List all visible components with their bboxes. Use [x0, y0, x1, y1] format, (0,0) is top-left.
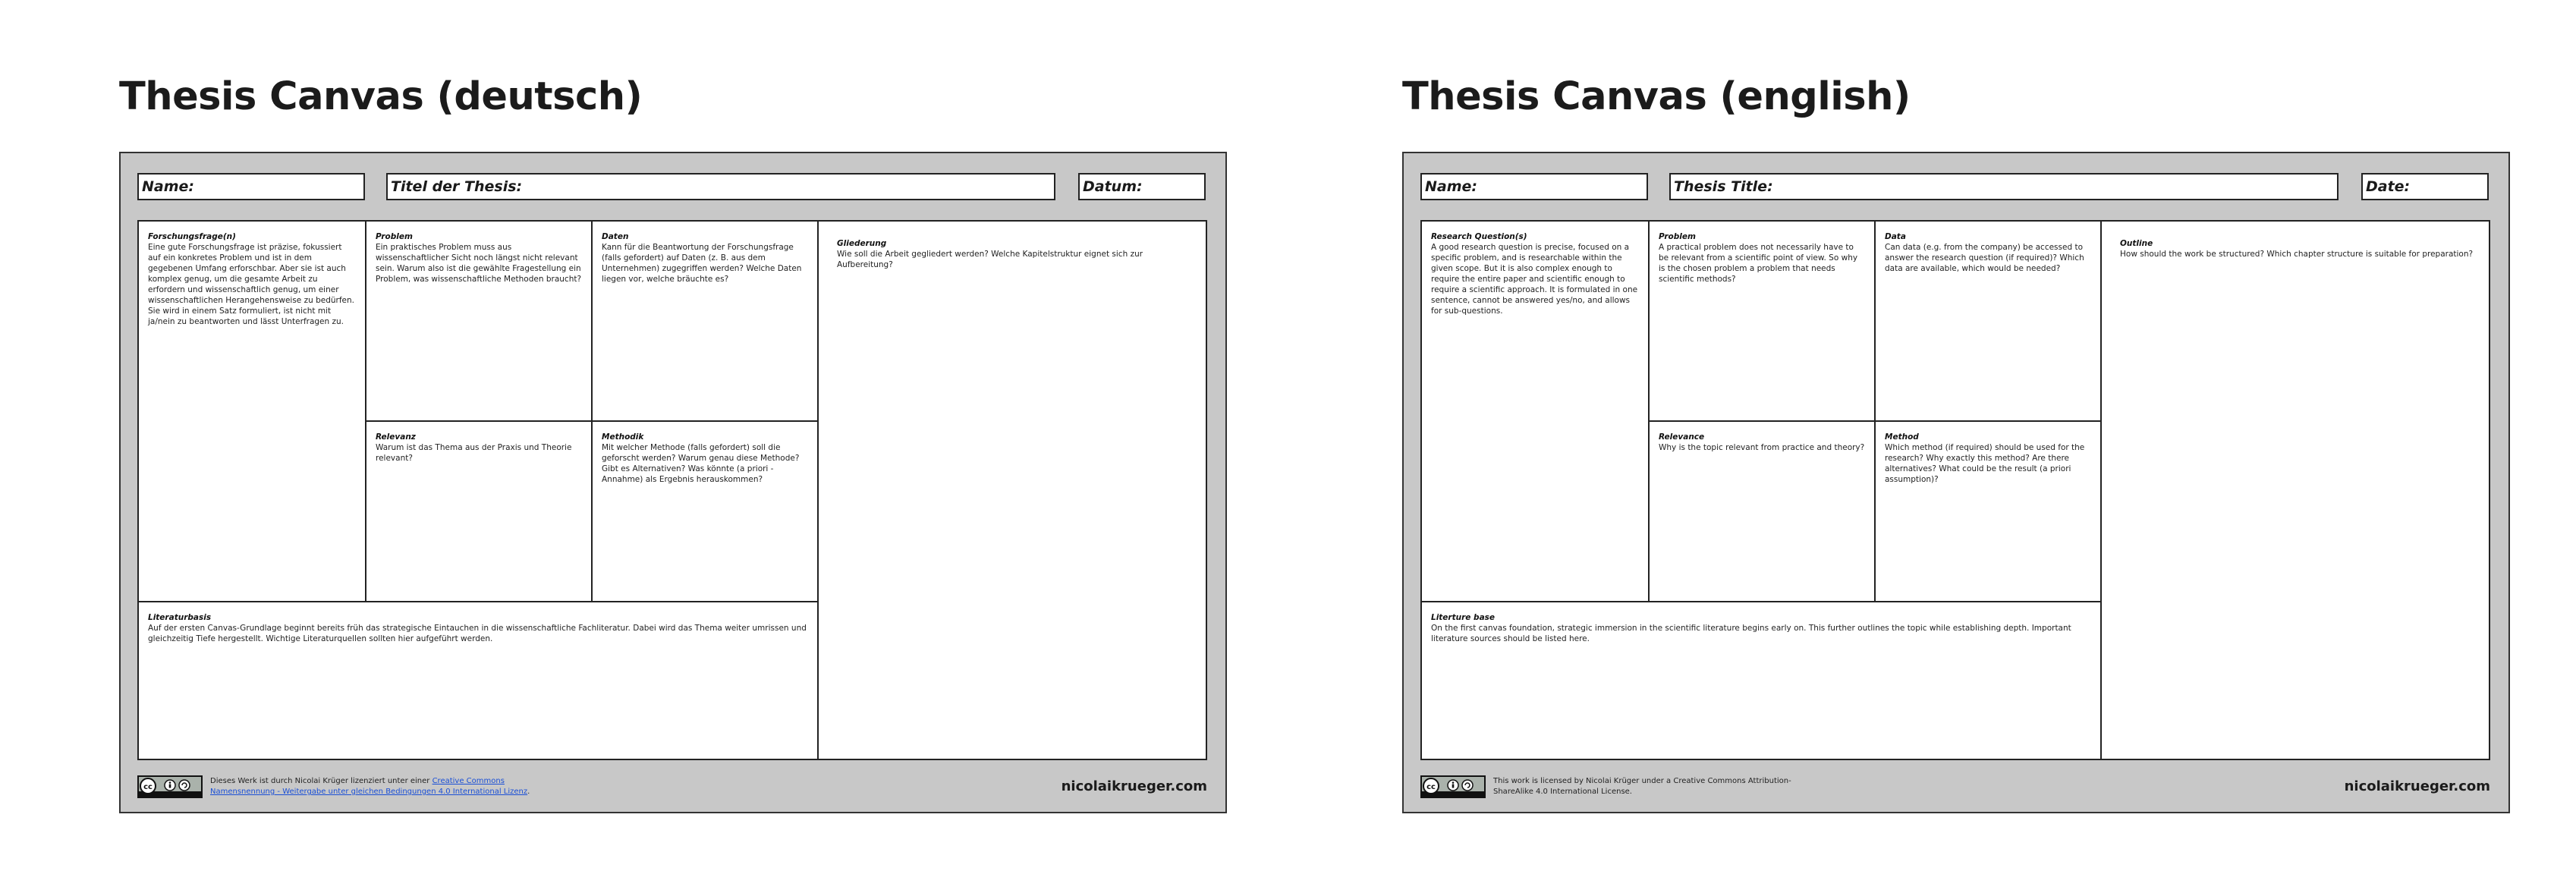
- website-label: nicolaikrueger.com: [1061, 778, 1207, 794]
- svg-text:cc: cc: [1426, 783, 1436, 791]
- canvas-footer: cc Dieses Werk ist durch Nicolai Krüger …: [137, 774, 1207, 803]
- problem-cell: Problem Ein praktisches Problem muss aus…: [365, 222, 591, 420]
- cell-description: Kann für die Beantwortung der Forschungs…: [602, 243, 802, 284]
- thesis-title-field: Titel der Thesis:: [386, 173, 1055, 200]
- data-cell: Daten Kann für die Beantwortung der Fors…: [591, 222, 817, 420]
- canvas-grid: Forschungsfrage(n) Eine gute Forschungsf…: [137, 220, 1207, 760]
- problem-cell: Problem A practical problem does not nec…: [1648, 222, 1874, 420]
- license-suffix: .: [527, 788, 530, 796]
- relevance-cell: Relevance Why is the topic relevant from…: [1648, 420, 1874, 601]
- cell-description: Wie soll die Arbeit gegliedert werden? W…: [837, 250, 1143, 269]
- cell-description: Ein praktisches Problem muss aus wissens…: [376, 243, 582, 284]
- literature-cell: Literaturbasis Auf der ersten Canvas-Gru…: [139, 601, 817, 759]
- canvas-panel-german: Thesis Canvas (deutsch) Name: Titel der …: [119, 0, 1227, 893]
- cell-description: Auf der ersten Canvas-Grundlage beginnt …: [148, 624, 807, 643]
- page-title: Thesis Canvas (deutsch): [119, 74, 643, 119]
- method-cell: Methodik Mit welcher Methode (falls gefo…: [591, 420, 817, 601]
- cell-description: A practical problem does not necessarily…: [1659, 243, 1858, 284]
- page-title: Thesis Canvas (english): [1402, 74, 1911, 119]
- literature-cell: Literture base On the first canvas found…: [1422, 601, 2100, 759]
- license-text: This work is licensed by Nicolai Krüger …: [1493, 777, 1791, 796]
- license-text: Dieses Werk ist durch Nicolai Krüger liz…: [210, 776, 536, 797]
- outline-cell: Gliederung Wie soll die Arbeit geglieder…: [817, 222, 1206, 759]
- data-cell: Data Can data (e.g. from the company) be…: [1874, 222, 2100, 420]
- cell-heading: Problem: [1659, 232, 1696, 241]
- cell-description: On the first canvas foundation, strategi…: [1431, 624, 2071, 643]
- cell-description: A good research question is precise, foc…: [1431, 243, 1638, 316]
- license-link[interactable]: Namensnennung - Weitergabe unter gleiche…: [210, 788, 527, 796]
- research-question-cell: Research Question(s) A good research que…: [1422, 222, 1648, 601]
- cell-heading: Problem: [376, 232, 413, 241]
- name-field: Name:: [1420, 173, 1648, 200]
- cell-description: Warum ist das Thema aus der Praxis und T…: [376, 443, 572, 463]
- license-prefix: Dieses Werk ist durch Nicolai Krüger liz…: [210, 777, 432, 785]
- cell-heading: Outline: [2120, 239, 2153, 248]
- cc-by-sa-icon: cc: [1420, 775, 1486, 798]
- date-field: Datum:: [1078, 173, 1206, 200]
- svg-text:cc: cc: [143, 783, 153, 791]
- website-label: nicolaikrueger.com: [2344, 778, 2490, 794]
- cell-heading: Literaturbasis: [148, 613, 212, 622]
- canvas-frame: Name: Titel der Thesis: Datum: Forschung…: [119, 152, 1227, 813]
- date-field: Date:: [2361, 173, 2489, 200]
- cell-heading: Data: [1885, 232, 1906, 241]
- cell-description: Which method (if required) should be use…: [1885, 443, 2085, 484]
- relevance-cell: Relevanz Warum ist das Thema aus der Pra…: [365, 420, 591, 601]
- cell-heading: Research Question(s): [1431, 232, 1527, 241]
- name-field: Name:: [137, 173, 365, 200]
- cell-description: Mit welcher Methode (falls gefordert) so…: [602, 443, 800, 484]
- cell-heading: Gliederung: [837, 239, 887, 248]
- cell-heading: Methodik: [602, 432, 644, 442]
- cell-heading: Relevanz: [376, 432, 416, 442]
- cell-description: Why is the topic relevant from practice …: [1659, 443, 1865, 452]
- cell-heading: Method: [1885, 432, 1919, 442]
- cell-description: Eine gute Forschungsfrage ist präzise, f…: [148, 243, 355, 326]
- license-link[interactable]: Creative Commons: [432, 777, 505, 785]
- outline-cell: Outline How should the work be structure…: [2100, 222, 2489, 759]
- cell-heading: Daten: [602, 232, 629, 241]
- cell-description: How should the work be structured? Which…: [2120, 250, 2474, 259]
- canvas-panel-english: Thesis Canvas (english) Name: Thesis Tit…: [1402, 0, 2510, 893]
- canvas-footer: cc This work is licensed by Nicolai Krüg…: [1420, 774, 2490, 803]
- method-cell: Method Which method (if required) should…: [1874, 420, 2100, 601]
- cc-by-sa-icon: cc: [137, 775, 203, 798]
- cell-heading: Forschungsfrage(n): [148, 232, 236, 241]
- cell-heading: Relevance: [1659, 432, 1705, 442]
- research-question-cell: Forschungsfrage(n) Eine gute Forschungsf…: [139, 222, 365, 601]
- cell-heading: Literture base: [1431, 613, 1496, 622]
- thesis-title-field: Thesis Title:: [1669, 173, 2339, 200]
- canvas-grid: Research Question(s) A good research que…: [1420, 220, 2490, 760]
- canvas-frame: Name: Thesis Title: Date: Research Quest…: [1402, 152, 2510, 813]
- cell-description: Can data (e.g. from the company) be acce…: [1885, 243, 2084, 273]
